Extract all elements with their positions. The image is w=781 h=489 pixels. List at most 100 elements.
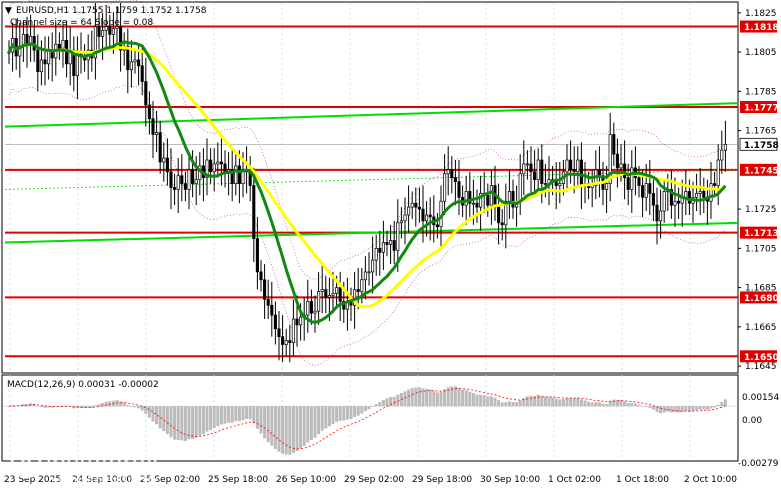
macd-bar [648,406,652,408]
macd-bar [551,397,555,407]
candle-body [338,287,342,302]
macd-bar [327,406,331,427]
macd-bar [129,406,133,407]
candle-body [324,289,328,298]
price-tick-label: 1.1725 [745,205,777,215]
macd-bar [353,406,357,418]
candle-body [410,202,414,208]
macd-bar [432,391,436,407]
macd-bar [302,406,306,446]
candle-body [129,61,133,71]
macd-bar [407,389,411,407]
candle-body [137,59,141,67]
macd-bar [198,406,202,436]
candle-body [237,165,241,184]
candle-body [716,159,720,186]
candle-body [659,210,663,222]
macd-bar [331,406,335,425]
macd-bar [381,399,385,407]
level-label: 1.1818 [744,23,779,33]
candle-body [39,59,43,73]
macd-bar [137,406,141,409]
macd-bar [698,406,702,410]
candle-body [576,159,580,173]
macd-bar [691,406,695,411]
time-tick-label: 30 Sep 10:00 [480,475,540,485]
candle-body [662,191,666,212]
price-chart[interactable]: 1.18181.17771.17451.17131.16801.16501.17… [0,0,781,489]
macd-bar [194,406,198,438]
macd-bar [500,402,504,407]
macd-tick-zero: 0.00 [742,416,762,426]
macd-bar [158,406,162,429]
macd-bar [374,404,378,407]
candle-body [615,153,619,169]
macd-bar [252,406,256,424]
macd-bar [414,387,418,407]
candle-body [111,28,115,35]
macd-bar [713,406,717,408]
candle-body [687,191,691,204]
candle-body [486,195,490,206]
candle-body [558,183,562,186]
macd-label: MACD(12,26,9) 0.00031 -0.00002 [7,380,159,390]
candle-body [180,175,184,184]
macd-bar [133,406,137,408]
candle-body [579,159,583,186]
macd-bar [565,397,569,407]
macd-bar [335,406,339,422]
macd-bar [666,406,670,412]
macd-bar [356,406,360,416]
watermark-tagline: Instant Forex Trading [48,473,161,487]
macd-bar [205,406,209,432]
macd-bar [230,406,234,423]
macd-bar [126,404,130,407]
macd-bar [547,397,551,407]
macd-bar [493,397,497,407]
macd-bar [515,402,519,407]
macd-bar [277,406,281,452]
level-label: 1.1745 [744,166,779,176]
candle-body [36,49,40,73]
candle-body [489,185,493,206]
macd-bar [371,406,375,407]
candle-body [263,279,267,300]
macd-bar [191,406,195,439]
candle-body [396,222,400,251]
macd-bar [97,404,101,407]
price-tick-label: 1.1805 [745,48,777,58]
candle-body [612,134,616,155]
candle-body [101,30,105,37]
chart-header-symbol: EURUSD,H1 1.1755 1.1759 1.1752 1.1758 [16,6,207,16]
candle-body [641,185,645,198]
macd-bar [669,406,673,413]
candle-body [709,183,713,202]
candle-body [507,191,511,202]
candle-body [543,183,547,185]
macd-bar [612,399,616,407]
candle-body [651,193,655,206]
macd-bar [605,403,609,407]
level-label: 1.1777 [744,104,779,114]
macd-bar [291,406,295,453]
macd-bar [684,406,688,412]
macd-tick-top: 0.00154 [742,393,779,403]
macd-bar [489,396,493,407]
macd-bar [259,406,263,434]
macd-bar [169,406,173,438]
candle-body [720,149,724,161]
price-tick-label: 1.1665 [745,323,777,333]
candle-body [255,238,259,273]
macd-bar [504,402,508,407]
candle-body [378,247,382,253]
macd-bar [284,406,288,455]
macd-bar [453,386,457,407]
macd-bar [428,389,432,407]
macd-bar [320,406,324,431]
macd-bar [677,406,681,413]
candle-body [569,159,573,171]
macd-bar [270,406,274,446]
instaforex-logo-icon [10,447,42,479]
macd-tick-bottom: -0.00279 [738,459,779,469]
macd-bar [173,406,177,440]
